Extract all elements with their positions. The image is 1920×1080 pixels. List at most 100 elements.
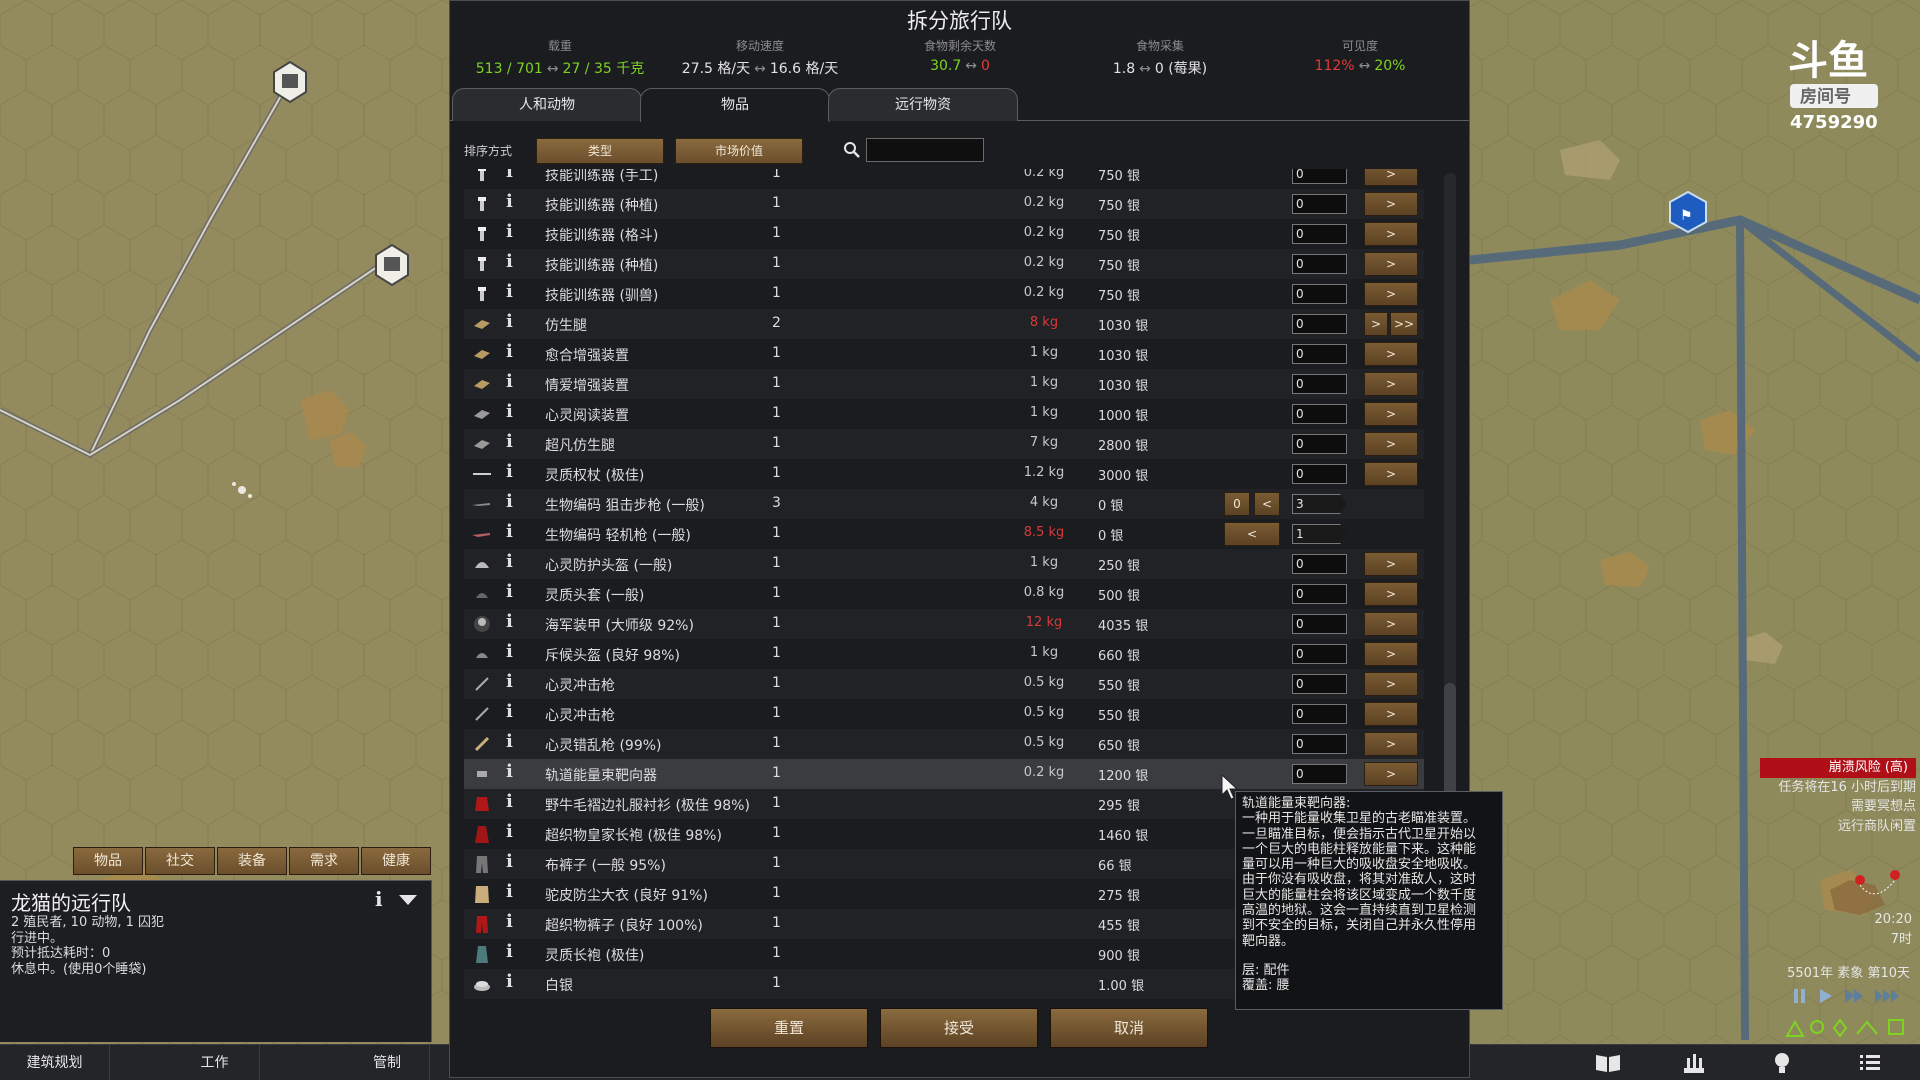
info-icon[interactable]: i <box>506 371 513 392</box>
dropdown-icon[interactable] <box>397 893 419 907</box>
reset-button[interactable]: 重置 <box>710 1008 868 1048</box>
info-icon[interactable]: i <box>506 551 513 572</box>
quantity-field[interactable]: 0 <box>1292 674 1347 694</box>
book-icon[interactable] <box>1594 1050 1622 1076</box>
cancel-button[interactable]: 取消 <box>1050 1008 1208 1048</box>
info-icon[interactable]: i <box>506 191 513 212</box>
quantity-field[interactable]: 0 <box>1292 734 1347 754</box>
item-row[interactable]: i 仿生腿 2 8 kg 1030 银 0 > >> <box>464 309 1424 339</box>
quantity-field[interactable]: 0 <box>1292 404 1347 424</box>
tab-social[interactable]: 社交 <box>145 847 215 875</box>
sort-by-market-value-button[interactable]: 市场价值 <box>675 138 803 164</box>
info-icon[interactable]: i <box>506 761 513 782</box>
info-icon[interactable]: i <box>506 971 513 992</box>
info-icon[interactable]: i <box>375 887 383 911</box>
info-icon[interactable]: i <box>506 821 513 842</box>
info-icon[interactable]: i <box>506 251 513 272</box>
info-icon[interactable]: i <box>506 941 513 962</box>
tab-items[interactable]: 物品 <box>73 847 143 875</box>
sort-by-type-button[interactable]: 类型 <box>536 138 664 164</box>
item-row[interactable]: i 技能训练器 (种植) 1 0.2 kg 750 银 0 > <box>464 249 1424 279</box>
item-row[interactable]: i 技能训练器 (种植) 1 0.2 kg 750 银 0 > <box>464 189 1424 219</box>
move-right-button[interactable]: > <box>1364 402 1418 426</box>
quantity-field[interactable]: 0 <box>1292 284 1347 304</box>
move-right-button[interactable]: > <box>1364 702 1418 726</box>
item-row[interactable]: i 情爱增强装置 1 1 kg 1030 银 0 > <box>464 369 1424 399</box>
move-right-button[interactable]: > <box>1364 222 1418 246</box>
info-icon[interactable]: i <box>506 701 513 722</box>
move-right-button[interactable]: > <box>1364 282 1418 306</box>
quantity-field[interactable]: 0 <box>1292 704 1347 724</box>
quantity-field[interactable]: 0 <box>1292 584 1347 604</box>
move-right-button[interactable]: > <box>1364 312 1388 336</box>
move-right-all-button[interactable]: >> <box>1390 312 1418 336</box>
item-row[interactable]: i 轨道能量束靶向器 1 0.2 kg 1200 银 0 > <box>464 759 1424 789</box>
tab-needs[interactable]: 需求 <box>289 847 359 875</box>
item-row[interactable]: i 技能训练器 (格斗) 1 0.2 kg 750 银 0 > <box>464 219 1424 249</box>
move-right-button[interactable]: > <box>1364 372 1418 396</box>
bottombar-work[interactable]: 工作 <box>170 1045 260 1080</box>
item-row[interactable]: i 技能训练器 (驯兽) 1 0.2 kg 750 银 0 > <box>464 279 1424 309</box>
item-row[interactable]: i 灵质权杖 (极佳) 1 1.2 kg 3000 银 0 > <box>464 459 1424 489</box>
item-row[interactable]: i 海军装甲 (大师级 92%) 1 12 kg 4035 银 0 > <box>464 609 1424 639</box>
move-left-button[interactable]: < <box>1224 522 1280 546</box>
info-icon[interactable]: i <box>506 641 513 662</box>
alert-quest-expiry[interactable]: 任务将在16 小时后到期 <box>1756 778 1916 798</box>
move-right-button[interactable]: > <box>1364 672 1418 696</box>
tab-gear[interactable]: 装备 <box>217 847 287 875</box>
quantity-field[interactable]: 0 <box>1292 169 1347 184</box>
alert-caravan-idle[interactable]: 远行商队闲置 <box>1756 817 1916 837</box>
info-icon[interactable]: i <box>506 221 513 242</box>
info-icon[interactable]: i <box>506 169 513 182</box>
move-right-button[interactable]: > <box>1364 642 1418 666</box>
quantity-field[interactable]: 0 <box>1292 764 1347 784</box>
quantity-field[interactable]: 0 <box>1292 254 1347 274</box>
quantity-field[interactable]: 0 <box>1292 194 1347 214</box>
alert-meditation[interactable]: 需要冥想点 <box>1756 797 1916 817</box>
quantity-field[interactable]: 0 <box>1292 644 1347 664</box>
move-left-button[interactable]: < <box>1254 492 1280 516</box>
quantity-field[interactable]: 0 <box>1292 344 1347 364</box>
menu-icon[interactable] <box>1856 1050 1884 1076</box>
quantity-field[interactable]: 0 <box>1292 434 1347 454</box>
move-right-button[interactable]: > <box>1364 342 1418 366</box>
move-right-button[interactable]: > <box>1364 169 1418 186</box>
move-right-button[interactable]: > <box>1364 612 1418 636</box>
info-icon[interactable]: i <box>506 851 513 872</box>
item-row[interactable]: i 超凡仿生腿 1 7 kg 2800 银 0 > <box>464 429 1424 459</box>
quantity-field[interactable]: 0 <box>1292 224 1347 244</box>
bottombar-restrict[interactable]: 管制 <box>345 1045 430 1080</box>
info-icon[interactable]: i <box>506 731 513 752</box>
info-icon[interactable]: i <box>506 401 513 422</box>
info-icon[interactable]: i <box>506 581 513 602</box>
move-right-button[interactable]: > <box>1364 762 1418 786</box>
item-row[interactable]: i 生物编码 狙击步枪 (一般) 3 4 kg 0 银 0 <3 <box>464 489 1424 519</box>
item-row[interactable]: i 心灵冲击枪 1 0.5 kg 550 银 0 > <box>464 699 1424 729</box>
factions-icon[interactable] <box>1680 1050 1708 1076</box>
time-speed-controls[interactable] <box>1790 986 1910 1006</box>
move-right-button[interactable]: > <box>1364 732 1418 756</box>
move-right-button[interactable]: > <box>1364 432 1418 456</box>
info-icon[interactable]: i <box>506 341 513 362</box>
item-row[interactable]: i 心灵错乱枪 (99%) 1 0.5 kg 650 银 0 > <box>464 729 1424 759</box>
quantity-field[interactable]: 0 <box>1292 314 1347 334</box>
quantity-field[interactable]: 0 <box>1292 464 1347 484</box>
item-row[interactable]: i 心灵阅读装置 1 1 kg 1000 银 0 > <box>464 399 1424 429</box>
tab-travel-supplies[interactable]: 远行物资 <box>828 88 1018 121</box>
info-icon[interactable]: i <box>506 461 513 482</box>
item-row[interactable]: i 心灵防护头盔 (一般) 1 1 kg 250 银 0 > <box>464 549 1424 579</box>
item-row[interactable]: i 心灵冲击枪 1 0.5 kg 550 银 0 > <box>464 669 1424 699</box>
info-icon[interactable]: i <box>506 521 513 542</box>
move-right-button[interactable]: > <box>1364 582 1418 606</box>
quantity-field[interactable]: 0 <box>1292 374 1347 394</box>
item-row[interactable]: i 斥候头盔 (良好 98%) 1 1 kg 660 银 0 > <box>464 639 1424 669</box>
quantity-field[interactable]: 0 <box>1292 614 1347 634</box>
move-right-button[interactable]: > <box>1364 552 1418 576</box>
bottombar-architect[interactable]: 建筑规划 <box>0 1045 110 1080</box>
quantity-field[interactable]: 1 <box>1292 524 1347 544</box>
info-icon[interactable]: i <box>506 611 513 632</box>
tab-health[interactable]: 健康 <box>361 847 431 875</box>
item-row[interactable]: i 愈合增强装置 1 1 kg 1030 银 0 > <box>464 339 1424 369</box>
tab-pawns[interactable]: 人和动物 <box>452 88 642 121</box>
move-right-button[interactable]: > <box>1364 192 1418 216</box>
